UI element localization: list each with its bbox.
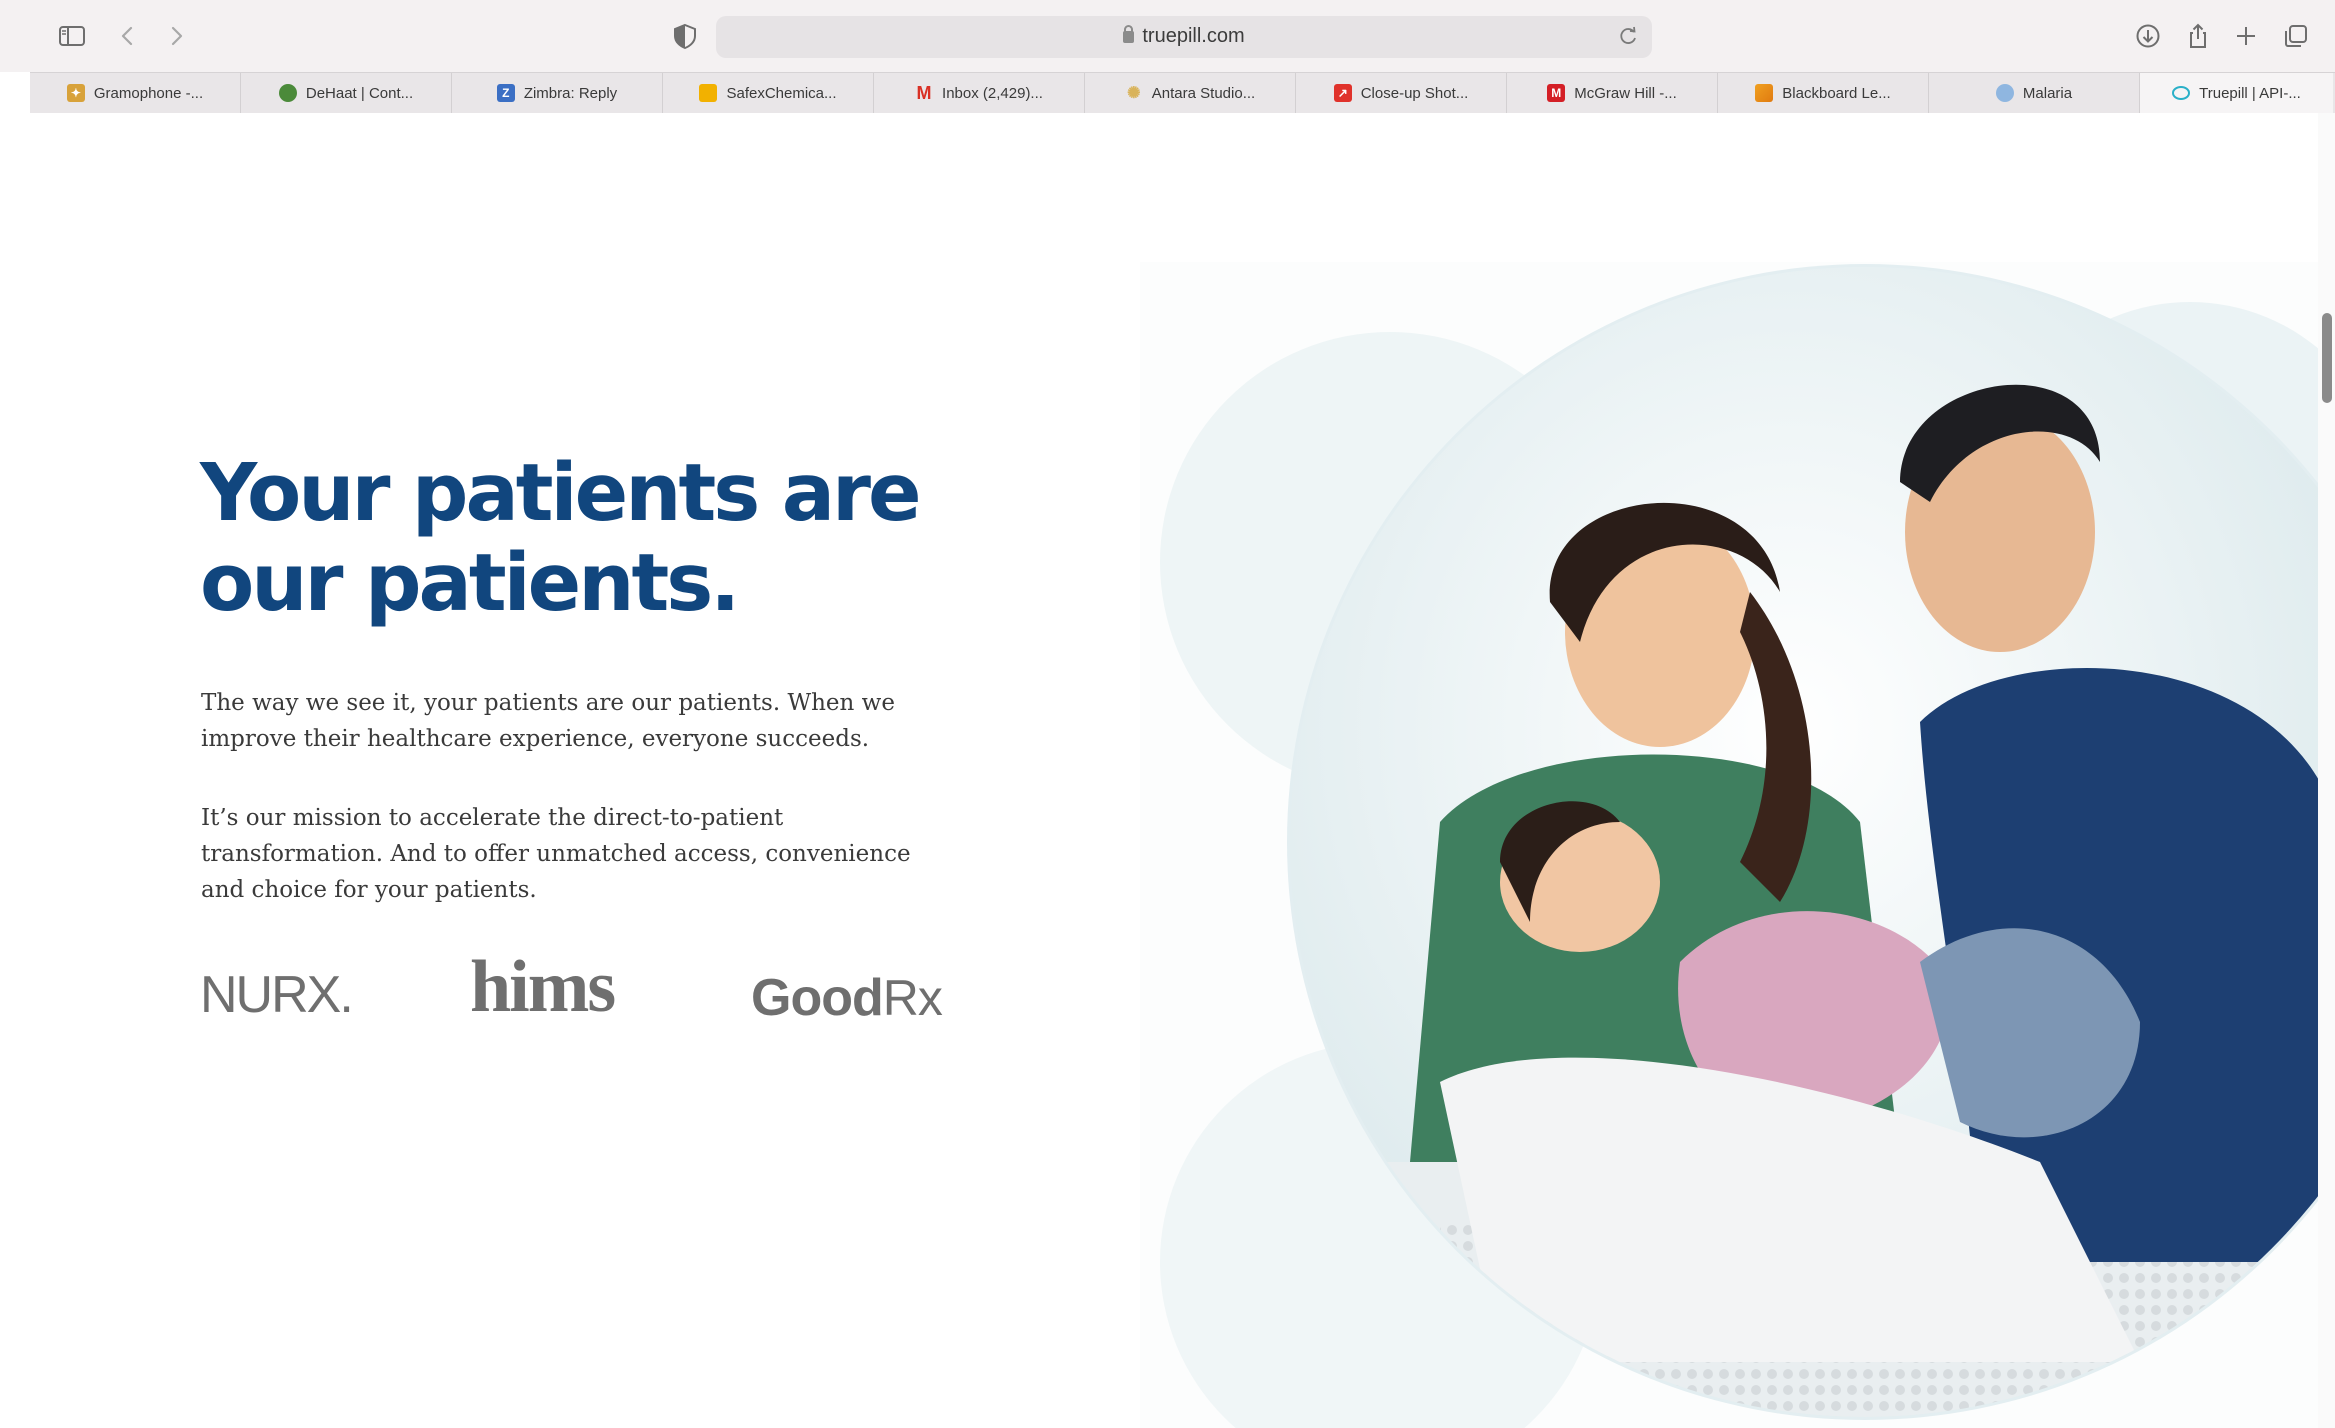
vertical-scrollbar[interactable] xyxy=(2318,113,2335,1428)
lock-icon xyxy=(1123,25,1135,43)
sidebar-toggle-icon[interactable] xyxy=(50,14,94,58)
address-bar[interactable]: truepill.com xyxy=(716,16,1652,58)
url-text: truepill.com xyxy=(1142,25,1245,47)
antara-favicon-icon: ✺ xyxy=(1127,85,1141,102)
who-favicon-icon xyxy=(1995,84,2014,102)
tab-malaria[interactable]: Malaria xyxy=(1929,73,2140,113)
new-tab-plus-icon[interactable] xyxy=(2224,14,2268,58)
tab-bar: ✦ Gramophone -... DeHaat | Cont... Z Zimbr… xyxy=(30,72,2335,114)
share-icon[interactable] xyxy=(2176,14,2220,58)
zimbra-favicon-icon: Z xyxy=(496,84,515,102)
hero-paragraph-1: The way we see it, your patients are our… xyxy=(201,690,895,752)
scrollbar-thumb[interactable] xyxy=(2322,313,2332,403)
family-hero-image xyxy=(1140,262,2320,1428)
tab-mcgraw-hill[interactable]: M McGraw Hill -... xyxy=(1507,73,1718,113)
tab-blackboard[interactable]: Blackboard Le... xyxy=(1718,73,1929,113)
mcgraw-hill-favicon-icon: M xyxy=(1547,84,1566,102)
back-chevron-icon[interactable] xyxy=(106,14,150,58)
tab-closeup-shot[interactable]: ↗ Close-up Shot... xyxy=(1296,73,1507,113)
tab-antara-studio[interactable]: ✺ Antara Studio... xyxy=(1085,73,1296,113)
gramophone-favicon-icon: ✦ xyxy=(66,84,85,102)
headline-line-2: our patients. xyxy=(200,537,740,629)
browser-toolbar: truepill.com xyxy=(0,0,2335,72)
hero-headline: Your patients are our patients. xyxy=(200,448,960,628)
dehaat-favicon-icon xyxy=(278,84,297,102)
reload-icon[interactable] xyxy=(1616,24,1640,48)
tab-gramophone[interactable]: ✦ Gramophone -... xyxy=(30,73,241,113)
safex-favicon-icon xyxy=(699,84,718,102)
hims-logo: hims xyxy=(470,946,616,1028)
tab-dehaat[interactable]: DeHaat | Cont... xyxy=(241,73,452,113)
blackboard-favicon-icon xyxy=(1755,84,1774,102)
tab-zimbra[interactable]: Z Zimbra: Reply xyxy=(452,73,663,113)
privacy-shield-icon[interactable] xyxy=(663,14,707,58)
forward-chevron-icon[interactable] xyxy=(154,14,198,58)
downloads-icon[interactable] xyxy=(2126,14,2170,58)
gmail-favicon-icon: M xyxy=(916,82,932,103)
goodrx-logo: GoodRx xyxy=(751,969,943,1027)
tab-gmail-inbox[interactable]: M Inbox (2,429)... xyxy=(874,73,1085,113)
hero-paragraph-2: It’s our mission to accelerate the direc… xyxy=(201,805,911,903)
tab-overview-icon[interactable] xyxy=(2274,14,2318,58)
nurx-logo: NURX. xyxy=(200,966,354,1024)
closeup-favicon-icon: ↗ xyxy=(1333,84,1352,102)
truepill-favicon-icon xyxy=(2172,86,2191,100)
tab-safexchemicals[interactable]: SafexChemica... xyxy=(663,73,874,113)
tab-truepill-active[interactable]: Truepill | API-... xyxy=(2140,73,2333,113)
headline-line-1: Your patients are xyxy=(200,447,922,539)
